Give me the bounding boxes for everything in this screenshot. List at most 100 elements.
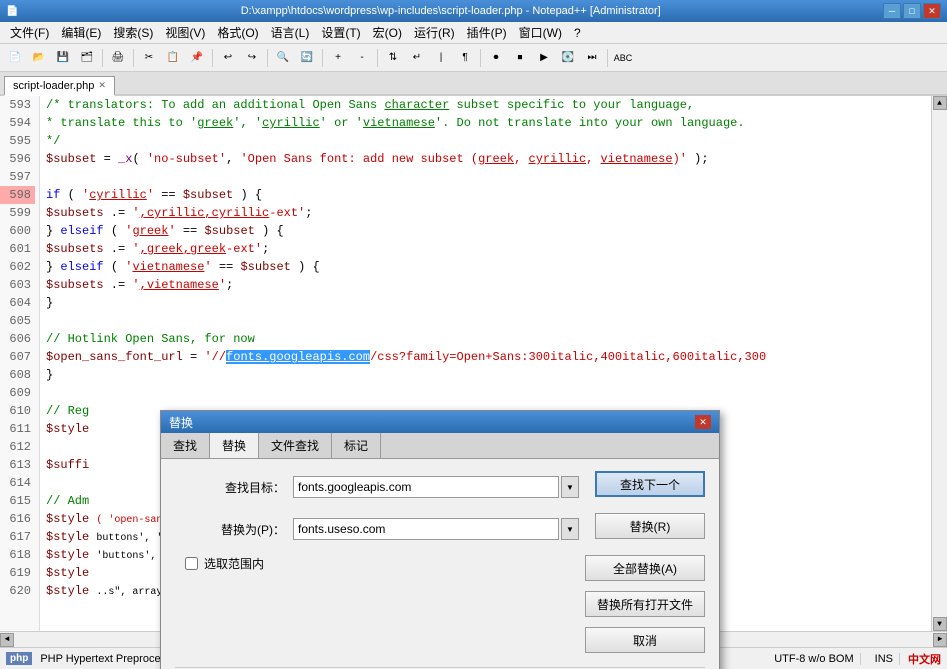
menu-view[interactable]: 视图(V) [159,22,211,43]
line-num-608: 608 [0,366,35,384]
record-macro-button[interactable]: ⏺ [485,47,507,69]
find-buttons: 查找下一个 [595,471,705,503]
range-label[interactable]: 选取范围内 [204,555,264,572]
dialog-tab-mark[interactable]: 标记 [332,433,381,458]
code-line-608: } [40,366,931,384]
dialog-title-text: 替换 [169,414,193,431]
dialog-tab-filefind[interactable]: 文件查找 [259,433,332,458]
spellcheck-button[interactable]: ABC [612,47,634,69]
code-line-602: } elseif ( 'vietnamese' == $subset ) { [40,258,931,276]
save-button[interactable]: 💾 [52,47,74,69]
menu-file[interactable]: 文件(F) [4,22,55,43]
code-line-599: $subsets .= ',cyrillic,cyrillic-ext'; [40,204,931,222]
vertical-scrollbar[interactable]: ▲ ▼ [931,96,947,631]
run-macro-button[interactable]: ⏭ [581,47,603,69]
word-wrap-button[interactable]: ↵ [406,47,428,69]
menu-search[interactable]: 搜索(S) [107,22,159,43]
menu-macro[interactable]: 宏(O) [367,22,408,43]
menu-settings[interactable]: 设置(T) [315,22,366,43]
save-all-button[interactable]: 🗂 [76,47,98,69]
zoom-in-button[interactable]: + [327,47,349,69]
undo-button[interactable]: ↩ [217,47,239,69]
range-checkbox[interactable] [185,557,198,570]
code-line-601: $subsets .= ',greek,greek-ext'; [40,240,931,258]
code-line-593: /* translators: To add an additional Ope… [40,96,931,114]
replace-input[interactable] [293,518,559,540]
dialog-tab-replace[interactable]: 替换 [210,433,259,458]
maximize-button[interactable]: □ [903,3,921,19]
tab-close-icon[interactable]: ✕ [98,80,106,91]
tab-bar: script-loader.php ✕ [0,72,947,96]
line-num-607: 607 [0,348,35,366]
indent-guide-button[interactable]: | [430,47,452,69]
line-num-604: 604 [0,294,35,312]
minimize-button[interactable]: ─ [883,3,901,19]
scroll-up-button[interactable]: ▲ [933,96,947,110]
menu-help[interactable]: ? [568,24,587,42]
line-num-617: 617 [0,528,35,546]
menu-edit[interactable]: 编辑(E) [55,22,107,43]
line-num-594: 594 [0,114,35,132]
copy-button[interactable]: 📋 [162,47,184,69]
line-num-618: 618 [0,546,35,564]
find-button[interactable]: 🔍 [272,47,294,69]
line-num-612: 612 [0,438,35,456]
php-badge: php [6,652,32,665]
new-button[interactable]: 📄 [4,47,26,69]
dialog-body: 查找目标： ▼ 查找下一个 替换为(P)： ▼ 替换(R) [161,459,719,669]
replace-button[interactable]: 替换(R) [595,513,705,539]
dialog-close-button[interactable]: ✕ [695,415,711,429]
zoom-out-button[interactable]: - [351,47,373,69]
toolbar-sep-3 [212,49,213,67]
stop-macro-button[interactable]: ⏹ [509,47,531,69]
sync-scroll-button[interactable]: ⇅ [382,47,404,69]
toolbar-sep-5 [322,49,323,67]
save-macro-button[interactable]: 💽 [557,47,579,69]
scroll-right-button[interactable]: ► [933,633,947,647]
find-input[interactable] [293,476,559,498]
replace-row: 替换为(P)： ▼ 替换(R) [175,513,705,545]
cancel-button[interactable]: 取消 [585,627,705,653]
cut-button[interactable]: ✂ [138,47,160,69]
menu-plugins[interactable]: 插件(P) [461,22,513,43]
toolbar-sep-2 [133,49,134,67]
toolbar-sep-4 [267,49,268,67]
close-button[interactable]: ✕ [923,3,941,19]
toolbar-sep-1 [102,49,103,67]
menu-run[interactable]: 运行(R) [408,22,461,43]
find-dropdown-button[interactable]: ▼ [561,476,579,498]
line-num-613: 613 [0,456,35,474]
find-label: 查找目标： [175,479,285,496]
all-chars-button[interactable]: ¶ [454,47,476,69]
menu-language[interactable]: 语言(L) [265,22,316,43]
menu-window[interactable]: 窗口(W) [513,22,568,43]
toolbar-sep-6 [377,49,378,67]
replace-buttons: 替换(R) [595,513,705,545]
print-button[interactable]: 🖨 [107,47,129,69]
line-num-610: 610 [0,402,35,420]
replace-label: 替换为(P)： [175,521,285,538]
replace-all-button[interactable]: 全部替换(A) [585,555,705,581]
menu-format[interactable]: 格式(O) [211,22,264,43]
find-next-button[interactable]: 查找下一个 [595,471,705,497]
line-num-601: 601 [0,240,35,258]
line-num-603: 603 [0,276,35,294]
dialog-tab-find[interactable]: 查找 [161,433,210,458]
scroll-down-button[interactable]: ▼ [933,617,947,631]
paste-button[interactable]: 📌 [186,47,208,69]
replace-all-open-button[interactable]: 替换所有打开文件 [585,591,705,617]
line-num-599: 599 [0,204,35,222]
line-num-615: 615 [0,492,35,510]
replace-dropdown-button[interactable]: ▼ [561,518,579,540]
redo-button[interactable]: ↪ [241,47,263,69]
replace-button[interactable]: 🔄 [296,47,318,69]
tab-script-loader[interactable]: script-loader.php ✕ [4,76,115,96]
tab-label: script-loader.php [13,80,94,92]
scroll-left-button[interactable]: ◄ [0,633,14,647]
find-row: 查找目标： ▼ 查找下一个 [175,471,705,503]
code-line-603: $subsets .= ',vietnamese'; [40,276,931,294]
open-button[interactable]: 📂 [28,47,50,69]
toolbar-sep-8 [607,49,608,67]
right-buttons: 全部替换(A) 替换所有打开文件 取消 [585,555,705,659]
play-macro-button[interactable]: ▶ [533,47,555,69]
